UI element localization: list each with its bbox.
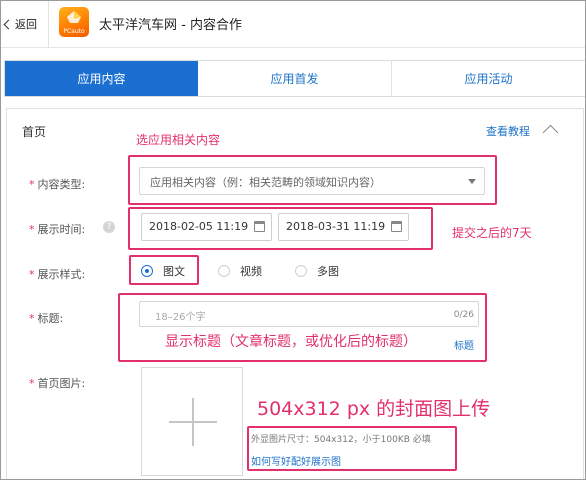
display-time-label: * 展示时间: [29,223,86,236]
tab-bar: 应用内容 应用首发 应用活动 [4,60,585,97]
required-mark: * [29,312,35,325]
content-type-label: * 内容类型: [29,178,86,191]
required-mark: * [29,178,35,191]
logo-text: PCauto [63,28,85,35]
section-title: 首页 [22,125,47,139]
annotation-cover-note: 504x312 px 的封面图上传 [257,398,491,420]
annotation-box-title [118,293,487,362]
required-mark: * [29,268,35,281]
top-header: 返回 PCauto 太平洋汽车网 - 内容合作 [1,1,585,48]
annotation-box-display-time [128,207,433,250]
app-frame: 返回 PCauto 太平洋汽车网 - 内容合作 应用内容 应用首发 应用活动 首… [0,0,586,480]
annotation-box-cover-image [247,426,457,471]
image-upload-button[interactable] [141,367,243,476]
view-tutorial-link[interactable]: 查看教程 [486,123,530,139]
annotation-title-note: 显示标题（文章标题，或优化后的标题） [165,334,417,350]
header-divider [48,1,49,48]
chevron-up-icon[interactable] [542,124,559,141]
plus-icon-vertical [192,398,194,446]
pcauto-logo: PCauto [59,7,89,37]
tab-app-activity[interactable]: 应用活动 [392,61,585,96]
page-title: 太平洋汽车网 - 内容合作 [99,18,242,33]
radio-unchecked-icon [295,265,307,277]
annotation-select-related: 选应用相关内容 [136,133,221,147]
help-icon[interactable]: ? [103,221,115,233]
radio-multi-image[interactable]: 多图 [295,263,339,279]
radio-unchecked-icon [218,265,230,277]
title-label: * 标题: [29,312,64,325]
chevron-left-icon [3,19,14,29]
annotation-seven-days: 提交之后的7天 [452,226,532,240]
cover-image-label: * 首页图片: [29,377,86,390]
required-mark: * [29,377,35,390]
back-label: 返回 [15,18,37,31]
tab-app-content[interactable]: 应用内容 [5,61,198,96]
back-button[interactable]: 返回 [3,14,37,34]
required-mark: * [29,223,35,236]
logo-mark-icon [67,11,81,23]
radio-video[interactable]: 视频 [218,263,262,279]
annotation-box-display-style [129,255,199,285]
tab-app-launch[interactable]: 应用首发 [198,61,392,96]
display-style-label: * 展示样式: [29,268,86,281]
annotation-box-content-type [128,155,497,205]
